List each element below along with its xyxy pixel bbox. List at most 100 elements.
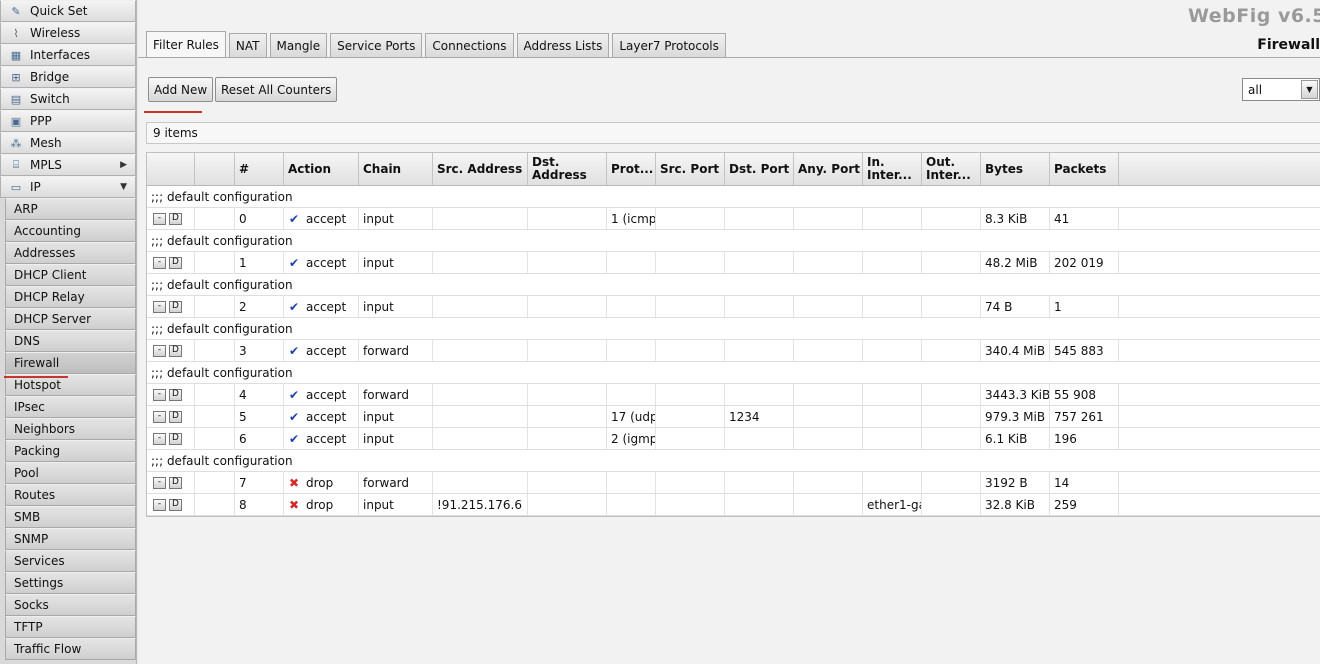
ppp-icon: ▣: [10, 114, 22, 128]
disable-rule-button[interactable]: D: [169, 498, 182, 511]
sidebar-item-quick-set[interactable]: ✎ Quick Set: [0, 0, 136, 22]
remove-rule-button[interactable]: -: [153, 300, 166, 313]
remove-rule-button[interactable]: -: [153, 432, 166, 445]
table-row[interactable]: - D 4 ✔ accept forward 3443.3 KiB 55 908: [147, 384, 1320, 406]
sidebar-item-mpls[interactable]: ⌸ MPLS ▶: [0, 154, 136, 176]
cell-src-port: [656, 494, 725, 515]
table-row[interactable]: - D 0 ✔ accept input 1 (icmp 8.3 KiB 41: [147, 208, 1320, 230]
tab-filter-rules[interactable]: Filter Rules: [146, 31, 226, 57]
sidebar-subitem-pool[interactable]: Pool: [5, 462, 136, 484]
table-row[interactable]: - D 7 ✖ drop forward 3192 B 14: [147, 472, 1320, 494]
reset-all-counters-button[interactable]: Reset All Counters: [215, 77, 338, 102]
disable-rule-button[interactable]: D: [169, 432, 182, 445]
column-header-src-address[interactable]: Src. Address: [433, 153, 528, 185]
disable-rule-button[interactable]: D: [169, 410, 182, 423]
sidebar-subitem-socks[interactable]: Socks: [5, 594, 136, 616]
remove-rule-button[interactable]: -: [153, 344, 166, 357]
tab-connections[interactable]: Connections: [425, 33, 514, 57]
sidebar-item-bridge[interactable]: ⊞ Bridge: [0, 66, 136, 88]
sidebar-subitem-services[interactable]: Services: [5, 550, 136, 572]
cell-dst-port: [725, 494, 794, 515]
cell-src-port: [656, 252, 725, 273]
tab-address-lists[interactable]: Address Lists: [516, 33, 610, 57]
sidebar-subitem-firewall[interactable]: Firewall: [5, 352, 136, 374]
sidebar-item-interfaces[interactable]: ▦ Interfaces: [0, 44, 136, 66]
accept-check-icon: ✔: [288, 255, 300, 270]
sidebar-subitem-smb[interactable]: SMB: [5, 506, 136, 528]
table-row[interactable]: - D 1 ✔ accept input 48.2 MiB 202 019: [147, 252, 1320, 274]
sidebar-subitem-accounting[interactable]: Accounting: [5, 220, 136, 242]
sidebar-item-switch[interactable]: ▤ Switch: [0, 88, 136, 110]
sidebar-subitem-addresses[interactable]: Addresses: [5, 242, 136, 264]
column-header-protocol[interactable]: Prot...: [607, 153, 656, 185]
sidebar-item-ppp[interactable]: ▣ PPP: [0, 110, 136, 132]
tab-layer7-protocols[interactable]: Layer7 Protocols: [612, 33, 726, 57]
column-header-packets[interactable]: Packets: [1050, 153, 1119, 185]
sidebar-subitem-dhcp-client[interactable]: DHCP Client: [5, 264, 136, 286]
disable-rule-button[interactable]: D: [169, 476, 182, 489]
column-header-action[interactable]: Action: [284, 153, 359, 185]
sidebar-subitem-ipsec[interactable]: IPsec: [5, 396, 136, 418]
column-header-any-port[interactable]: Any. Port: [794, 153, 863, 185]
cell-chain: input: [359, 296, 433, 317]
tab-nat[interactable]: NAT: [228, 33, 267, 57]
column-header-chain[interactable]: Chain: [359, 153, 433, 185]
cell-dst-port: [725, 340, 794, 361]
disable-rule-button[interactable]: D: [169, 300, 182, 313]
remove-rule-button[interactable]: -: [153, 256, 166, 269]
sidebar-subitem-neighbors[interactable]: Neighbors: [5, 418, 136, 440]
row-filler: [1119, 296, 1320, 317]
column-header-number[interactable]: #: [235, 153, 284, 185]
column-header-in-interface[interactable]: In. Inter...: [863, 153, 922, 185]
sidebar-subitem-settings[interactable]: Settings: [5, 572, 136, 594]
cell-number: 4: [235, 384, 284, 405]
disable-rule-button[interactable]: D: [169, 344, 182, 357]
column-header-dst-address[interactable]: Dst. Address: [528, 153, 607, 185]
disable-rule-button[interactable]: D: [169, 212, 182, 225]
sidebar-item-mesh[interactable]: ⁂ Mesh: [0, 132, 136, 154]
filter-select[interactable]: all ▼: [1242, 78, 1320, 101]
chevron-down-icon[interactable]: ▼: [1301, 80, 1318, 99]
sidebar-subitem-dns[interactable]: DNS: [5, 330, 136, 352]
remove-rule-button[interactable]: -: [153, 476, 166, 489]
table-row[interactable]: - D 6 ✔ accept input 2 (igmp 6.1 KiB 196: [147, 428, 1320, 450]
add-new-button[interactable]: Add New: [148, 77, 214, 102]
sidebar-subitem-traffic-flow[interactable]: Traffic Flow: [5, 638, 136, 660]
sidebar-subitem-snmp[interactable]: SNMP: [5, 528, 136, 550]
remove-rule-button[interactable]: -: [153, 212, 166, 225]
cell-out-interface: [922, 252, 981, 273]
sidebar-subitem-packing[interactable]: Packing: [5, 440, 136, 462]
sidebar-subitem-dhcp-server[interactable]: DHCP Server: [5, 308, 136, 330]
sidebar-subitem-routes[interactable]: Routes: [5, 484, 136, 506]
column-header-dst-port[interactable]: Dst. Port: [725, 153, 794, 185]
sidebar-subitem-tftp[interactable]: TFTP: [5, 616, 136, 638]
remove-rule-button[interactable]: -: [153, 498, 166, 511]
disable-rule-button[interactable]: D: [169, 388, 182, 401]
remove-rule-button[interactable]: -: [153, 410, 166, 423]
column-header-bytes[interactable]: Bytes: [981, 153, 1050, 185]
sidebar-subitem-dhcp-relay[interactable]: DHCP Relay: [5, 286, 136, 308]
cell-packets: 196: [1050, 428, 1119, 449]
tab-mangle[interactable]: Mangle: [269, 33, 328, 57]
column-header-out-interface[interactable]: Out. Inter...: [922, 153, 981, 185]
sidebar-item-ip[interactable]: ▭ IP ▼: [0, 176, 136, 198]
cell-dst-port: [725, 208, 794, 229]
remove-rule-button[interactable]: -: [153, 388, 166, 401]
tab-service-ports[interactable]: Service Ports: [330, 33, 423, 57]
table-row[interactable]: - D 3 ✔ accept forward 340.4 MiB 545 883: [147, 340, 1320, 362]
cell-protocol: [607, 494, 656, 515]
sidebar-subitem-arp[interactable]: ARP: [5, 198, 136, 220]
table-row[interactable]: - D 2 ✔ accept input 74 B 1: [147, 296, 1320, 318]
cell-dst-address: [528, 494, 607, 515]
cell-action: ✔ accept: [284, 406, 359, 427]
cell-number: 5: [235, 406, 284, 427]
cell-chain: forward: [359, 340, 433, 361]
column-header-src-port[interactable]: Src. Port: [656, 153, 725, 185]
cell-value: 14: [1054, 475, 1070, 490]
table-row[interactable]: - D 5 ✔ accept input 17 (udp 1234 979.3 MiB 757 2…: [147, 406, 1320, 428]
table-row[interactable]: - D 8 ✖ drop input !91.215.176.6 ether1-ga 32.8 …: [147, 494, 1320, 516]
cell-src-address: [433, 406, 528, 427]
cell-value: 5: [239, 409, 247, 424]
disable-rule-button[interactable]: D: [169, 256, 182, 269]
sidebar-item-wireless[interactable]: ⌇ Wireless: [0, 22, 136, 44]
